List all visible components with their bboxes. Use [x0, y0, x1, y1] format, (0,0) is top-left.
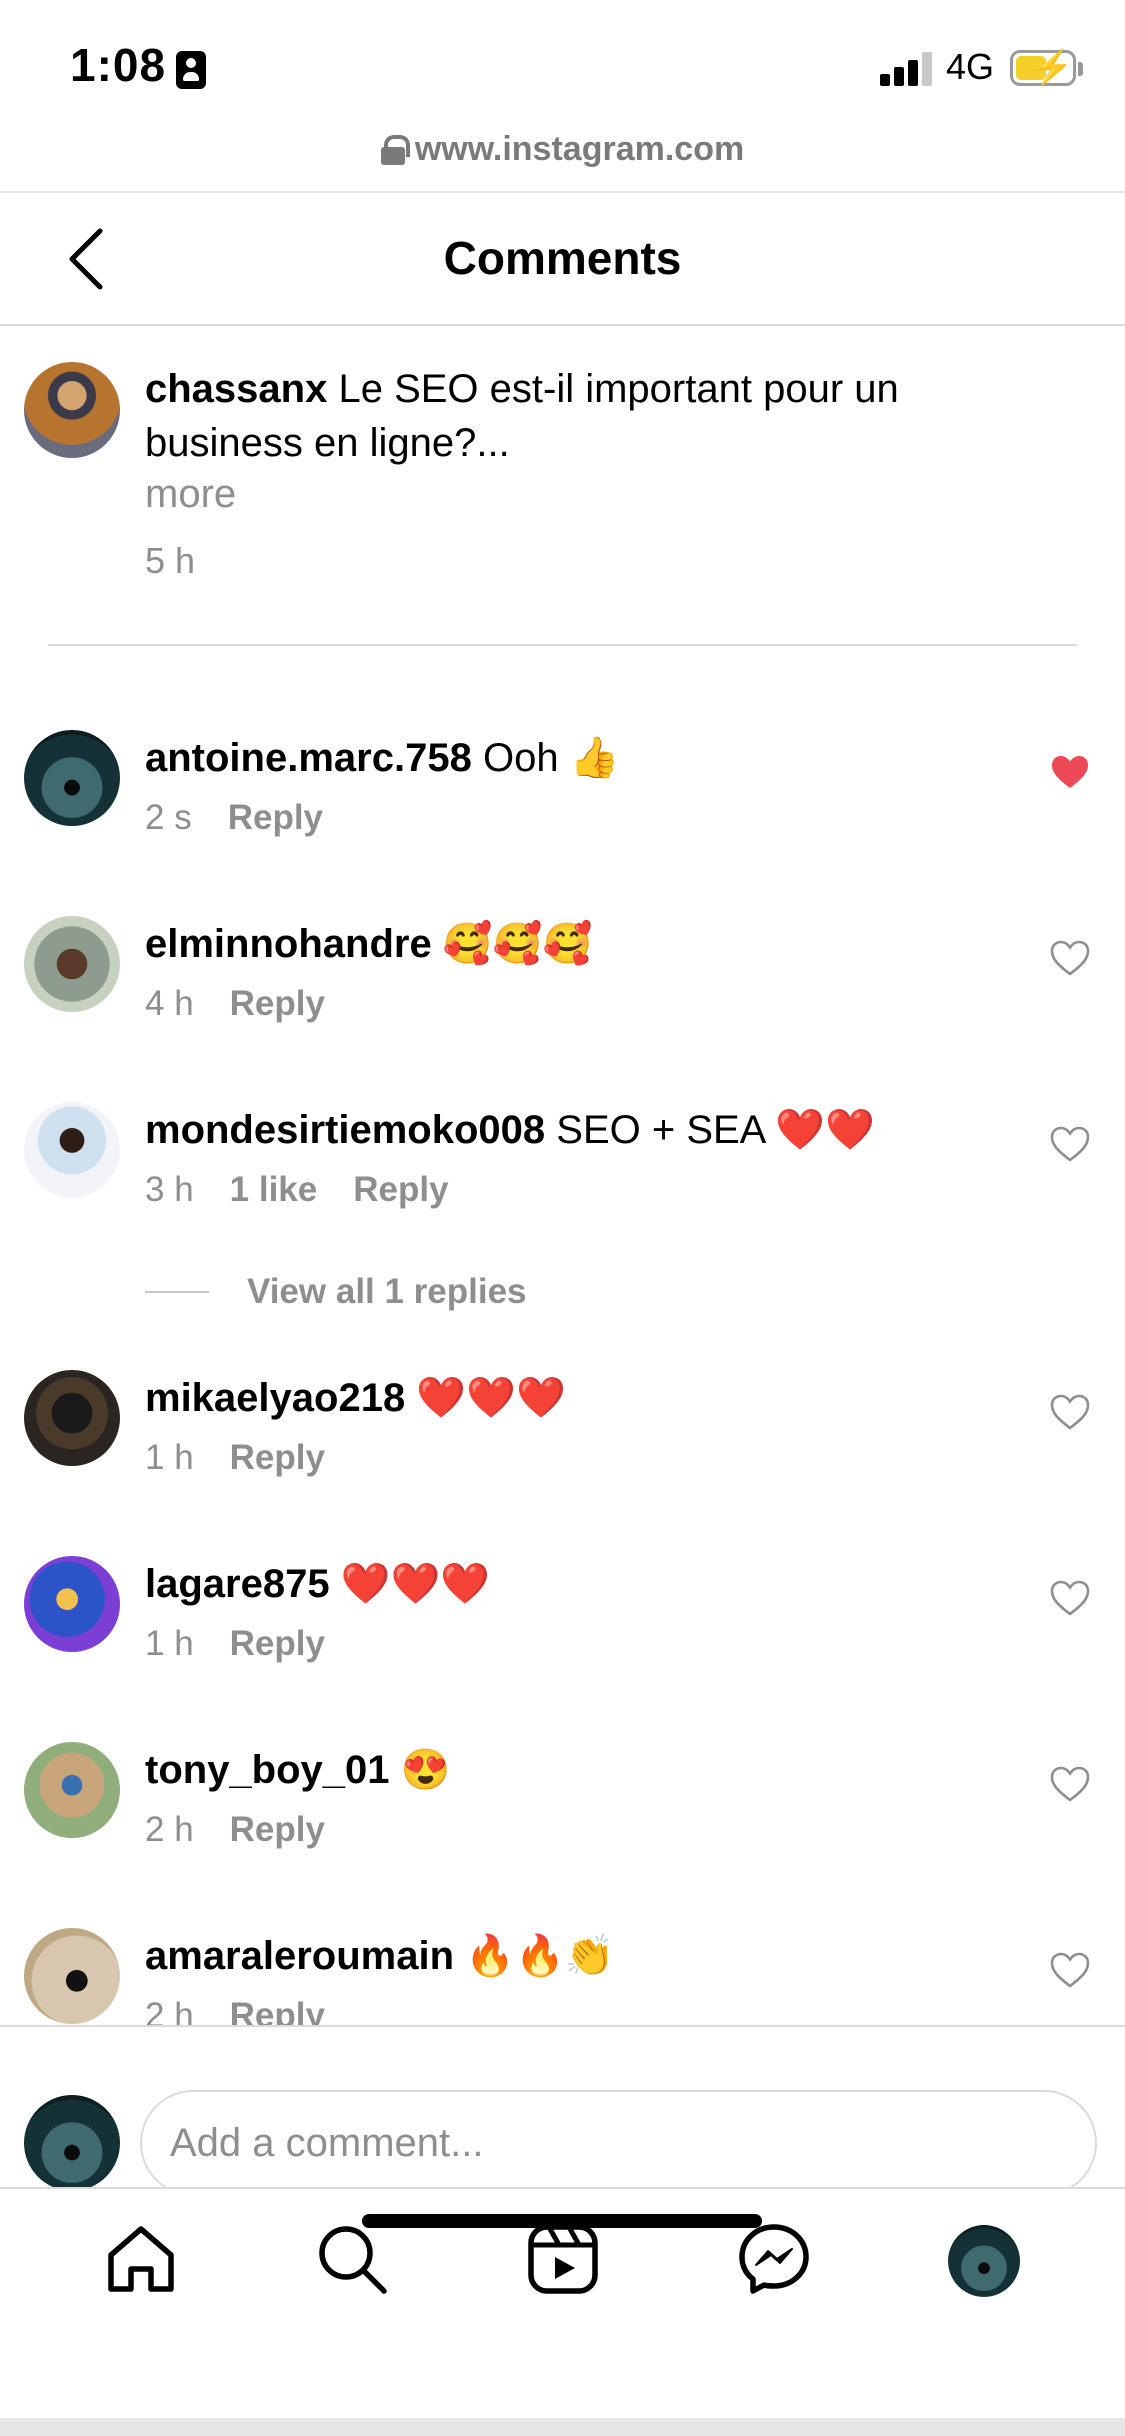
lock-icon: [380, 134, 410, 165]
comment-item: lagare875 ❤️❤️❤️ 1 h Reply: [24, 1556, 1114, 1706]
comment-username[interactable]: tony_boy_01: [145, 1748, 390, 1792]
heart-outline-icon: [1050, 1126, 1090, 1162]
more-link[interactable]: more: [145, 472, 236, 517]
comment-timestamp: 3 h: [145, 1170, 194, 1209]
like-button[interactable]: [1050, 1766, 1090, 1802]
comment-timestamp: 2 h: [145, 1810, 194, 1849]
comment-composer: [0, 2027, 1125, 2196]
divider: [145, 1291, 209, 1293]
comment-username[interactable]: mikaelyao218: [145, 1376, 405, 1420]
comment-text: 😍: [400, 1748, 451, 1792]
avatar: [24, 2095, 120, 2191]
comment-timestamp: 4 h: [145, 984, 194, 1023]
page-title: Comments: [443, 232, 682, 284]
like-button[interactable]: [1050, 754, 1090, 790]
like-button[interactable]: [1050, 1952, 1090, 1988]
like-button[interactable]: [1050, 1126, 1090, 1162]
heart-outline-icon: [1050, 1952, 1090, 1988]
reply-button[interactable]: Reply: [230, 1438, 325, 1478]
profile-avatar[interactable]: [948, 2225, 1020, 2297]
search-icon: [319, 2226, 387, 2294]
comment-input[interactable]: [140, 2090, 1097, 2196]
avatar[interactable]: [24, 1928, 120, 2024]
comment-timestamp: 2 s: [145, 798, 192, 837]
reels-icon: [528, 2224, 598, 2294]
header: Comments: [0, 193, 1125, 325]
messenger-icon: [739, 2224, 809, 2294]
reply-button[interactable]: Reply: [353, 1170, 448, 1210]
battery-tip: [1078, 62, 1083, 76]
reply-button[interactable]: Reply: [228, 798, 323, 838]
view-replies-label: View all 1 replies: [247, 1272, 527, 1311]
like-button[interactable]: [1050, 1580, 1090, 1616]
comment-item: mondesirtiemoko008 SEO + SEA ❤️❤️ 3 h 1 …: [24, 1102, 1114, 1252]
cellular-signal-icon: [880, 50, 934, 86]
comment-timestamp: 1 h: [145, 1624, 194, 1663]
comment-item: elminnohandre 🥰🥰🥰 4 h Reply: [24, 916, 1114, 1066]
heart-outline-icon: [1050, 1766, 1090, 1802]
home-indicator: [362, 2214, 762, 2228]
url-text: www.instagram.com: [414, 130, 745, 168]
reply-button[interactable]: Reply: [230, 1624, 325, 1664]
divider: [48, 644, 1077, 646]
reply-button[interactable]: Reply: [230, 1810, 325, 1850]
nav-search[interactable]: [314, 2221, 390, 2297]
charging-bolt-icon: ⚡: [1031, 49, 1074, 87]
avatar[interactable]: [24, 1556, 120, 1652]
comment-text: SEO + SEA ❤️❤️: [556, 1108, 875, 1152]
battery-icon: ⚡: [1010, 49, 1076, 87]
like-count[interactable]: 1 like: [230, 1170, 318, 1210]
comment-text: 🥰🥰🥰: [442, 922, 593, 966]
comment-item: tony_boy_01 😍 2 h Reply: [24, 1742, 1114, 1892]
heart-filled-icon: [1052, 756, 1088, 788]
avatar[interactable]: [24, 1370, 120, 1466]
heart-outline-icon: [1050, 1394, 1090, 1430]
caption-timestamp: 5 h: [145, 540, 196, 581]
comment-username[interactable]: elminnohandre: [145, 922, 432, 966]
heart-outline-icon: [1050, 940, 1090, 976]
comment-text: 🔥🔥👏: [465, 1934, 615, 1978]
status-time: 1:08: [70, 39, 167, 91]
avatar[interactable]: [24, 1102, 120, 1198]
comment-item: antoine.marc.758 Ooh 👍 2 s Reply: [24, 730, 1114, 880]
nav-home[interactable]: [103, 2221, 179, 2297]
avatar[interactable]: [24, 1742, 120, 1838]
nav-messenger[interactable]: [736, 2221, 812, 2297]
avatar[interactable]: [24, 916, 120, 1012]
contact-card-icon: [176, 51, 206, 89]
comment-item: amaraleroumain 🔥🔥👏 2 h Reply: [24, 1928, 1114, 2025]
comment-text: Ooh 👍: [482, 736, 620, 780]
reply-button[interactable]: Reply: [230, 1996, 325, 2025]
comment-username[interactable]: amaraleroumain: [145, 1934, 454, 1978]
like-button[interactable]: [1050, 1394, 1090, 1430]
comment-item: mikaelyao218 ❤️❤️❤️ 1 h Reply: [24, 1370, 1114, 1520]
like-button[interactable]: [1050, 940, 1090, 976]
caption-username[interactable]: chassanx: [145, 367, 327, 411]
network-type: 4G: [946, 46, 995, 87]
bottom-strip: [0, 2418, 1125, 2436]
comment-text: ❤️❤️❤️: [416, 1376, 566, 1420]
heart-outline-icon: [1050, 1580, 1090, 1616]
view-replies-button[interactable]: View all 1 replies: [145, 1272, 527, 1312]
nav-reels[interactable]: [525, 2221, 601, 2297]
reply-button[interactable]: Reply: [230, 984, 325, 1024]
comment-username[interactable]: lagare875: [145, 1562, 330, 1606]
divider: [0, 324, 1125, 326]
comment-username[interactable]: antoine.marc.758: [145, 736, 472, 780]
comment-username[interactable]: mondesirtiemoko008: [145, 1108, 545, 1152]
comment-text: ❤️❤️❤️: [340, 1562, 491, 1606]
url-bar[interactable]: www.instagram.com: [0, 130, 1125, 192]
home-icon: [108, 2226, 174, 2292]
comment-timestamp: 1 h: [145, 1438, 194, 1477]
avatar[interactable]: [24, 730, 120, 826]
avatar[interactable]: [24, 362, 120, 458]
comment-timestamp: 2 h: [145, 1996, 194, 2025]
status-bar: 1:08 4G ⚡: [0, 0, 1125, 135]
